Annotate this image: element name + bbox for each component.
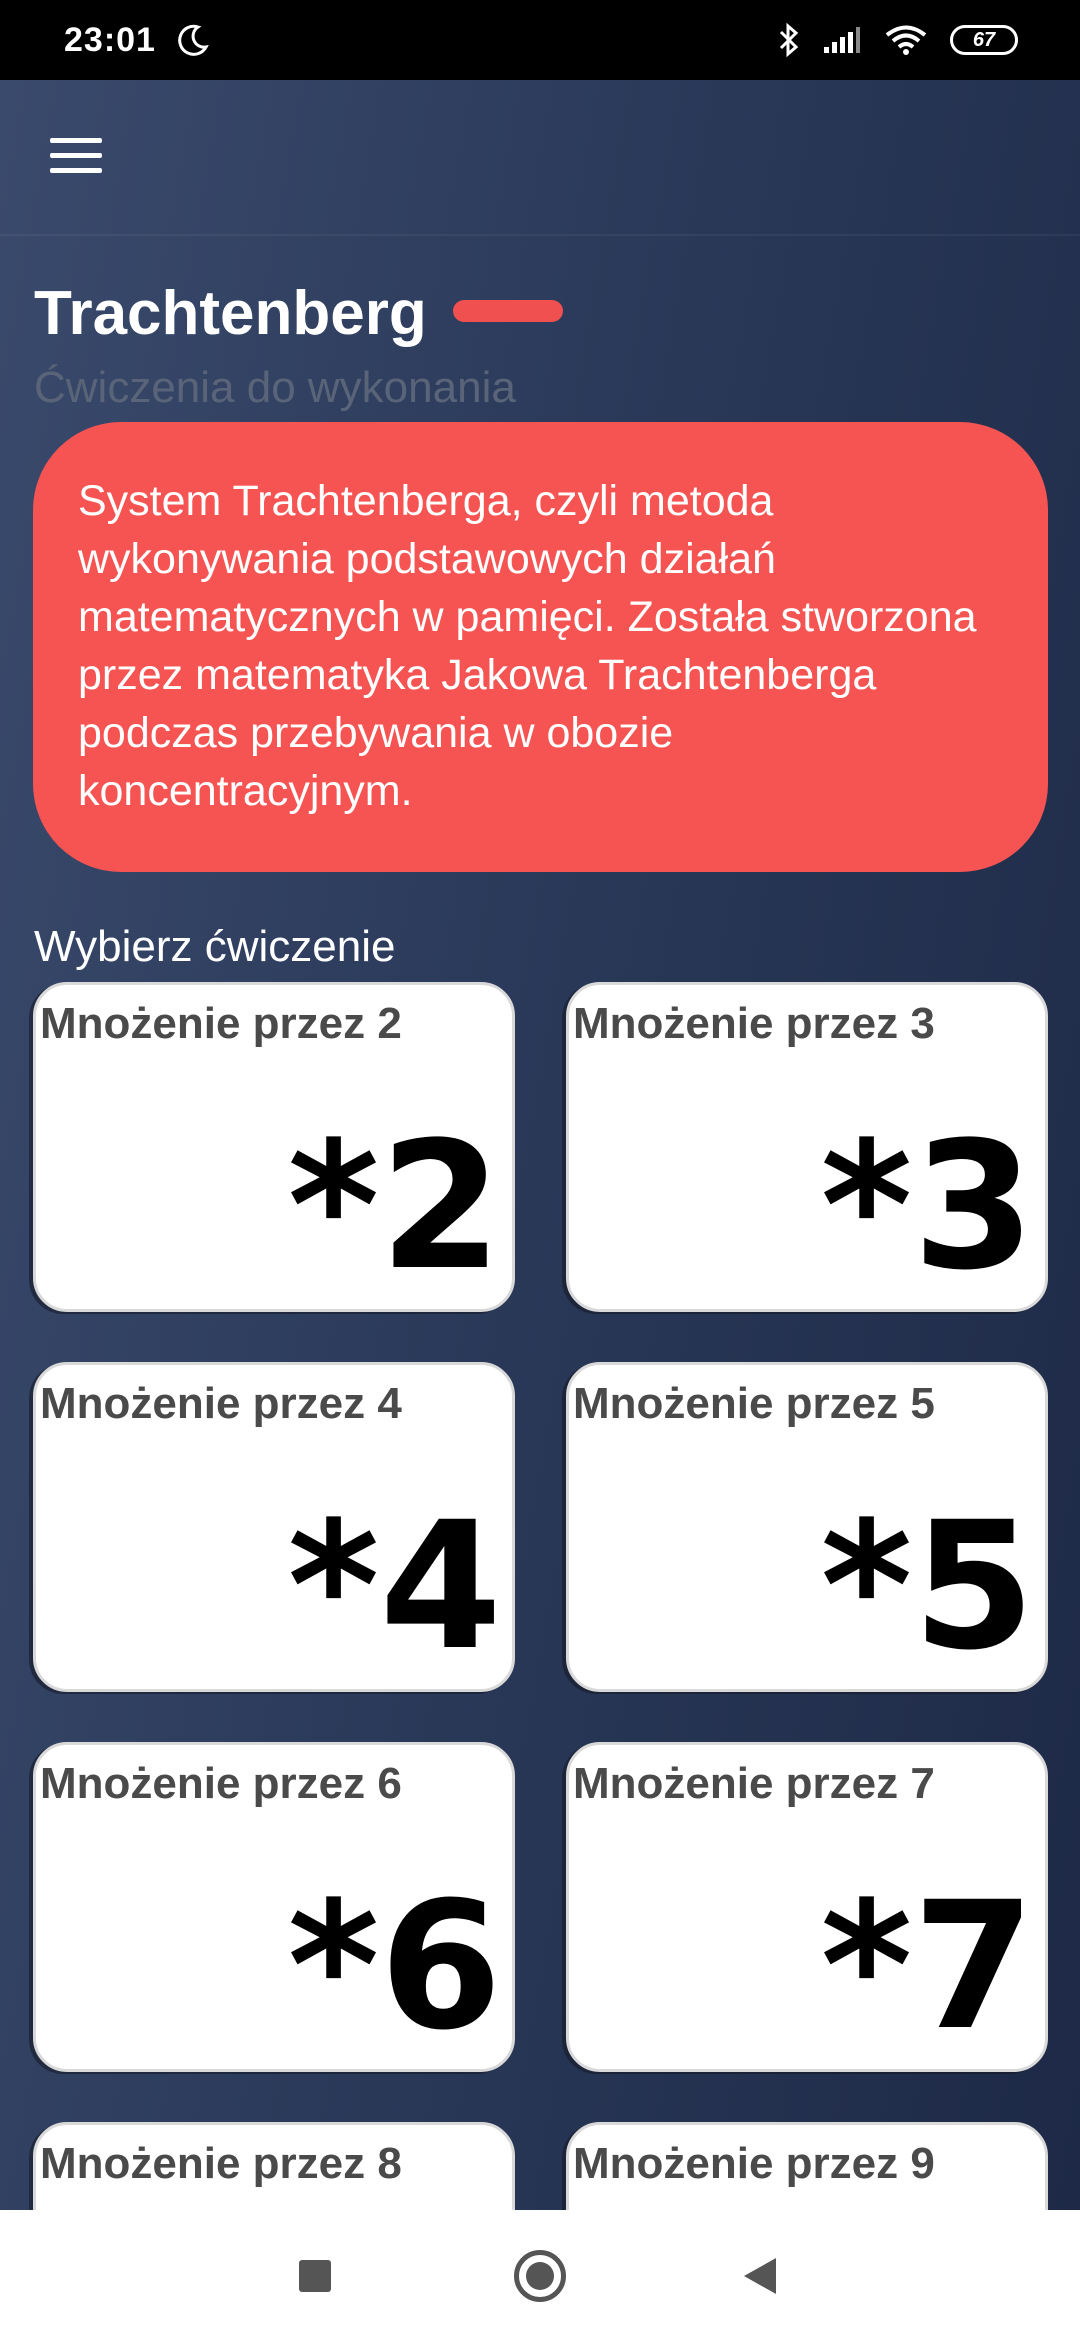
status-bar: 23:01 67: [0, 0, 1080, 80]
exercise-tile-label: Mnożenie przez 3: [573, 999, 935, 1048]
phone-screen: 23:01 67 Trachtenberg Ćwiczenia do wykon…: [0, 0, 1080, 2340]
exercise-tile-6[interactable]: Mnożenie przez 6 *6: [33, 1742, 515, 2072]
moon-icon: [178, 24, 209, 56]
signal-icon: [824, 27, 860, 53]
menu-button[interactable]: [46, 136, 106, 176]
exercise-tile-symbol: *2: [287, 1104, 503, 1309]
exercise-tile-symbol: *6: [287, 1864, 503, 2069]
hamburger-icon-line: [50, 168, 102, 173]
status-left: 23:01: [64, 21, 210, 60]
back-button[interactable]: [744, 2258, 776, 2294]
exercise-tile-label: Mnożenie przez 4: [40, 1379, 402, 1428]
exercise-tile-label: Mnożenie przez 8: [40, 2139, 402, 2188]
toolbar: [0, 80, 1080, 236]
exercise-tile-8[interactable]: Mnożenie przez 8 *8: [33, 2122, 515, 2210]
recent-apps-button[interactable]: [299, 2260, 331, 2292]
exercise-tile-label: Mnożenie przez 7: [573, 1759, 935, 1808]
hamburger-icon: [50, 138, 102, 143]
battery-icon: 67: [950, 25, 1018, 55]
home-button[interactable]: [514, 2250, 566, 2302]
page-subtitle: Ćwiczenia do wykonania: [34, 363, 516, 412]
title-accent-bar: [453, 300, 563, 322]
info-card: System Trachtenberga, czyli metoda wykon…: [33, 422, 1048, 872]
exercise-tile-label: Mnożenie przez 2: [40, 999, 402, 1048]
battery-level: 67: [972, 28, 996, 51]
wifi-icon: [885, 25, 927, 55]
hamburger-icon-line: [50, 153, 102, 158]
section-label: Wybierz ćwiczenie: [34, 922, 396, 971]
info-card-text: System Trachtenberga, czyli metoda wykon…: [78, 477, 977, 815]
exercise-tile-3[interactable]: Mnożenie przez 3 *3: [566, 982, 1048, 1312]
exercise-tile-symbol: *3: [820, 1104, 1036, 1309]
exercise-tile-7[interactable]: Mnożenie przez 7 *7: [566, 1742, 1048, 2072]
exercise-tile-9[interactable]: Mnożenie przez 9 *9: [566, 2122, 1048, 2210]
page-title: Trachtenberg: [34, 279, 427, 348]
exercise-tile-symbol: *7: [820, 1864, 1036, 2069]
exercise-tile-4[interactable]: Mnożenie przez 4 *4: [33, 1362, 515, 1692]
app-screen: Trachtenberg Ćwiczenia do wykonania Syst…: [0, 80, 1080, 2210]
exercise-tile-label: Mnożenie przez 9: [573, 2139, 935, 2188]
navigation-bar: [0, 2210, 1080, 2340]
bluetooth-icon: [779, 22, 799, 58]
status-right: 67: [778, 22, 1018, 58]
exercise-tile-symbol: *4: [287, 1484, 503, 1689]
exercise-tile-label: Mnożenie przez 6: [40, 1759, 402, 1808]
exercise-tile-5[interactable]: Mnożenie przez 5 *5: [566, 1362, 1048, 1692]
exercise-tile-2[interactable]: Mnożenie przez 2 *2: [33, 982, 515, 1312]
exercise-tile-symbol: *5: [820, 1484, 1036, 1689]
exercise-tile-label: Mnożenie przez 5: [573, 1379, 935, 1428]
status-time: 23:01: [64, 20, 156, 59]
